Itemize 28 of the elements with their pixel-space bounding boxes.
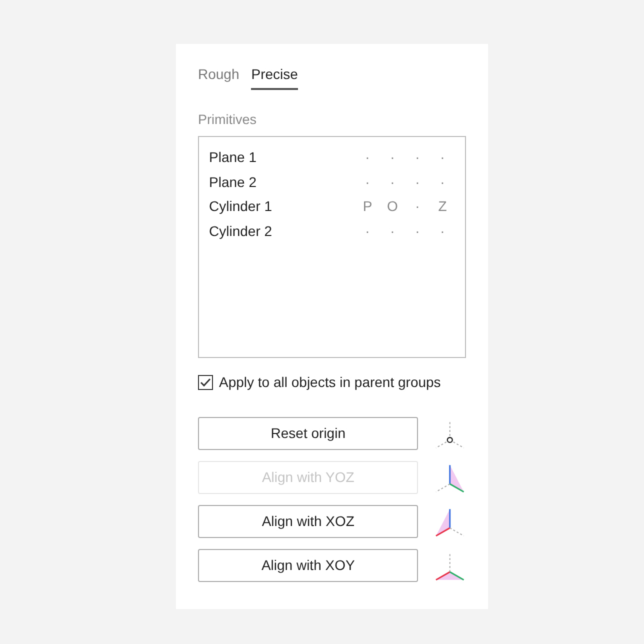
list-item-name[interactable]: Plane 2 — [209, 172, 355, 192]
tab[interactable]: Precise — [251, 64, 298, 90]
flag-indicator: · — [414, 197, 421, 216]
flag-indicator: · — [364, 222, 371, 240]
flag-indicator: · — [414, 148, 421, 167]
flag-indicator: · — [389, 222, 396, 240]
list-item-name[interactable]: Cylinder 2 — [209, 220, 355, 242]
list-item-name[interactable]: Cylinder 1 — [209, 196, 355, 217]
section-label: Primitives — [198, 111, 257, 129]
action-button[interactable]: Align with XOY — [198, 549, 418, 582]
flag-indicator: · — [439, 222, 446, 240]
flag-indicator: · — [414, 172, 421, 192]
flag-indicator: · — [389, 172, 396, 192]
flag-indicator: · — [439, 148, 446, 167]
flag-indicator: Z — [437, 197, 448, 216]
checkbox[interactable] — [198, 375, 213, 390]
tab[interactable]: Rough — [198, 64, 240, 90]
flag-indicator: · — [439, 172, 446, 192]
flag-indicator: · — [364, 172, 371, 192]
action-button[interactable]: Align with XOZ — [198, 505, 418, 538]
flag-indicator: P — [362, 197, 374, 216]
flag-indicator: O — [386, 197, 399, 216]
flag-indicator: · — [389, 148, 396, 167]
action-button[interactable]: Reset origin — [198, 417, 418, 450]
flag-indicator: · — [414, 222, 421, 240]
list-item-name[interactable]: Plane 1 — [209, 147, 355, 168]
checkbox-label: Apply to all objects in parent groups — [219, 373, 441, 392]
flag-indicator: · — [364, 148, 371, 167]
